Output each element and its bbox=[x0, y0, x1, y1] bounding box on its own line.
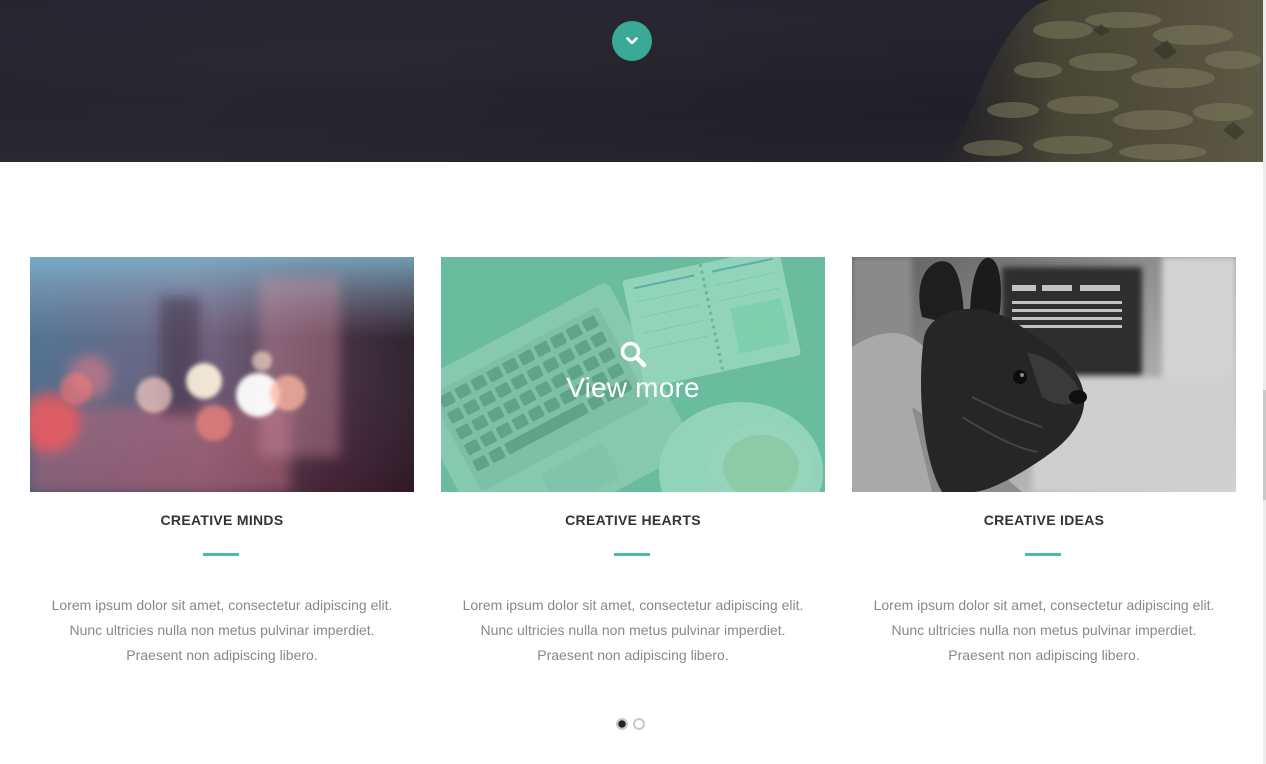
title-underline bbox=[203, 553, 239, 556]
title-underline bbox=[614, 553, 650, 556]
card-title: CREATIVE HEARTS bbox=[565, 512, 701, 528]
view-more-label: View more bbox=[566, 371, 700, 403]
description-line: Nunc ultricies nulla non metus pulvinar … bbox=[69, 622, 375, 638]
description-line: Lorem ipsum dolor sit amet, consectetur … bbox=[873, 597, 1215, 613]
blurred-city-lights-image bbox=[30, 257, 414, 492]
card-title: CREATIVE IDEAS bbox=[983, 512, 1105, 528]
hero-rocks-image bbox=[943, 0, 1263, 162]
description-line: Nunc ultricies nulla non metus pulvinar … bbox=[891, 622, 1197, 638]
view-more-overlay[interactable]: View more bbox=[441, 257, 825, 492]
hero-section bbox=[0, 0, 1263, 162]
description-line: Praesent non adipiscing libero. bbox=[948, 647, 1140, 663]
card-description: Lorem ipsum dolor sit amet, consectetur … bbox=[852, 593, 1236, 668]
carousel-pager bbox=[616, 718, 645, 730]
description-line: Praesent non adipiscing libero. bbox=[537, 647, 729, 663]
card-image-link[interactable]: View more bbox=[441, 257, 825, 492]
title-underline bbox=[1025, 553, 1061, 556]
pager-dot-2[interactable] bbox=[633, 718, 645, 730]
card-description: Lorem ipsum dolor sit amet, consectetur … bbox=[30, 593, 414, 668]
feature-card: CREATIVE IDEAS Lorem ipsum dolor sit ame… bbox=[852, 257, 1236, 663]
scroll-down-button[interactable] bbox=[612, 21, 652, 61]
description-line: Lorem ipsum dolor sit amet, consectetur … bbox=[462, 597, 804, 613]
feature-card: View more CREATIVE HEARTS Lorem ipsum do… bbox=[441, 257, 825, 663]
card-image-link[interactable] bbox=[30, 257, 414, 492]
description-line: Nunc ultricies nulla non metus pulvinar … bbox=[480, 622, 786, 638]
feature-cards: CREATIVE MINDS Lorem ipsum dolor sit ame… bbox=[30, 257, 1236, 677]
description-line: Lorem ipsum dolor sit amet, consectetur … bbox=[51, 597, 393, 613]
card-description: Lorem ipsum dolor sit amet, consectetur … bbox=[441, 593, 825, 668]
card-title: CREATIVE MINDS bbox=[160, 512, 284, 528]
search-icon bbox=[620, 341, 647, 367]
feature-card: CREATIVE MINDS Lorem ipsum dolor sit ame… bbox=[30, 257, 414, 663]
chevron-down-icon bbox=[626, 37, 638, 45]
pager-dot-1[interactable] bbox=[616, 718, 628, 730]
french-bulldog-image bbox=[852, 257, 1236, 492]
card-image-link[interactable] bbox=[852, 257, 1236, 492]
description-line: Praesent non adipiscing libero. bbox=[126, 647, 318, 663]
